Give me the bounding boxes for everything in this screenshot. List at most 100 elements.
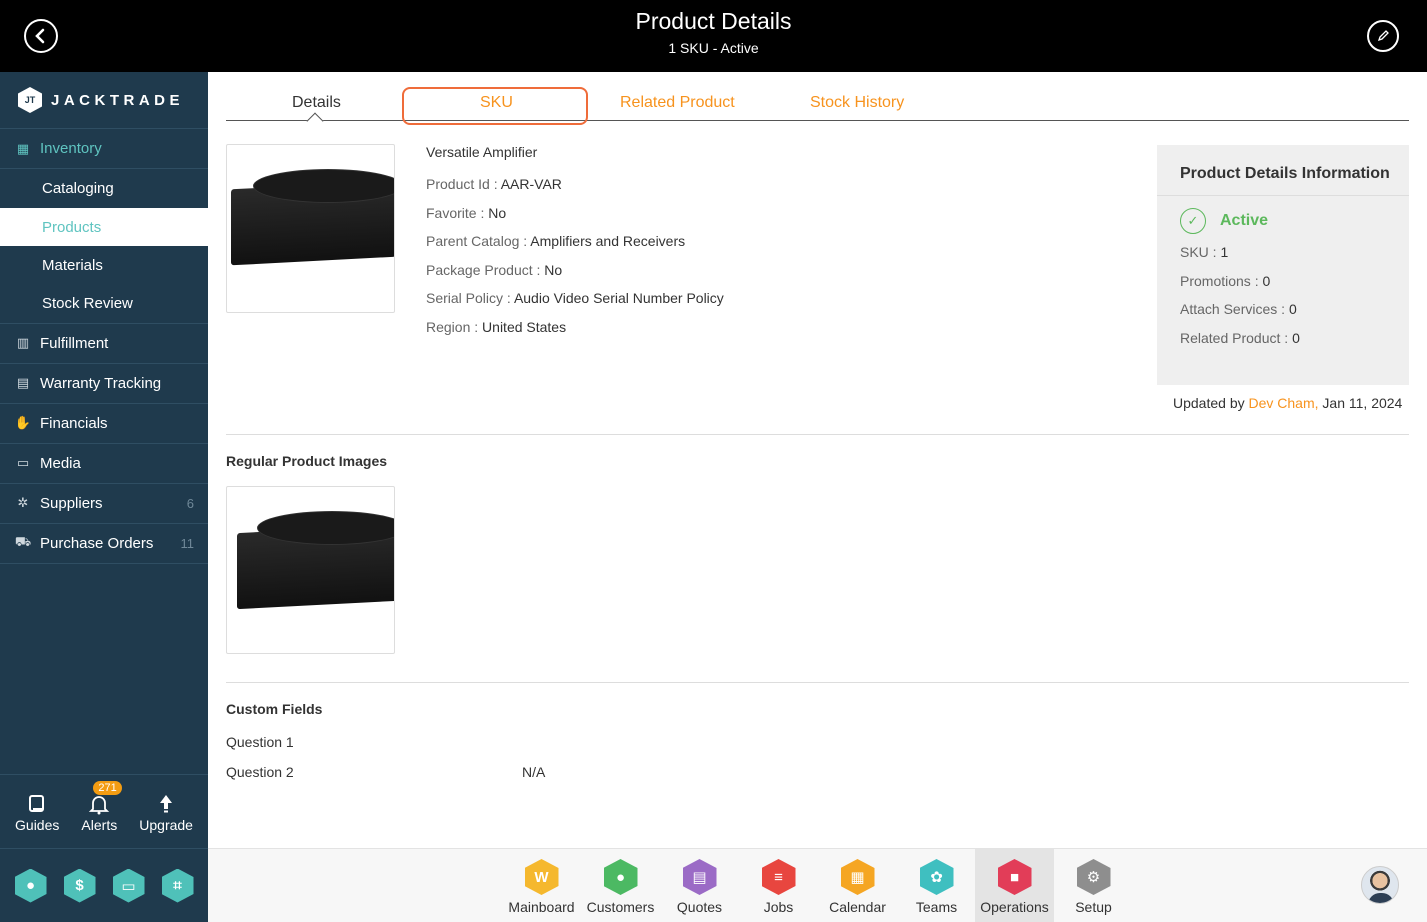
updated-by-user-link[interactable]: Dev Cham, (1249, 395, 1319, 411)
alerts-button[interactable]: 271 Alerts (81, 780, 122, 833)
row-label: Promotions : (1180, 272, 1263, 289)
panel-row-related-product: Related Product : 0 (1157, 330, 1409, 359)
tab-stock-history[interactable]: Stock History (810, 94, 904, 112)
edit-button[interactable] (1367, 20, 1399, 52)
field-label: Parent Catalog : (426, 233, 531, 250)
sidebar: JT JACKTRADE ▦ Inventory Cataloging Prod… (0, 72, 208, 922)
utility-row: Guides 271 Alerts Upgrade (0, 774, 208, 848)
field-value: AAR-VAR (500, 176, 562, 192)
row-value: 0 (1288, 301, 1297, 318)
setup-icon: ⚙ (1076, 859, 1111, 895)
app-bar: W Mainboard ● Customers ▤ Quotes ≡ Jobs … (208, 848, 1427, 922)
tab-bar: Details SKU Related Product Stock Histor… (226, 72, 1409, 130)
sidebar-item-media[interactable]: ▭ Media (0, 444, 208, 484)
app-setup[interactable]: ⚙ Setup (1054, 849, 1133, 922)
tab-details[interactable]: Details (292, 94, 341, 112)
field-label: Favorite : (426, 204, 489, 221)
field-value: No (488, 204, 507, 221)
app-label: Setup (1075, 899, 1112, 915)
sidebar-item-label: Media (40, 454, 81, 472)
sidebar-subitem-stock-review[interactable]: Stock Review (0, 285, 208, 324)
sidebar-item-label: Purchase Orders (40, 534, 154, 552)
teams-icon: ✿ (919, 859, 954, 895)
sidebar-item-financials[interactable]: ✋ Financials (0, 404, 208, 444)
brand-logo[interactable]: JT JACKTRADE (0, 72, 208, 129)
amplifier-top (257, 511, 394, 545)
custom-field-question-2: Question 2 N/A (226, 764, 626, 780)
sidebar-item-label: Warranty Tracking (40, 374, 162, 392)
app-customers[interactable]: ● Customers (581, 849, 660, 922)
fulfillment-icon: ▥ (16, 335, 30, 351)
custom-field-label: Question 2 (226, 764, 294, 780)
field-value: Amplifiers and Receivers (530, 233, 686, 250)
alerts-badge: 271 (93, 780, 122, 795)
product-image[interactable] (226, 144, 395, 313)
sidebar-item-warranty-tracking[interactable]: ▤ Warranty Tracking (0, 364, 208, 404)
field-package-product: Package Product : No (426, 262, 724, 291)
custom-field-label: Question 1 (226, 734, 294, 750)
inventory-icon: ▦ (16, 140, 30, 156)
active-tab-indicator (306, 112, 324, 130)
divider (226, 434, 1409, 435)
app-mainboard[interactable]: W Mainboard (502, 849, 581, 922)
status-badge: ✓ Active (1157, 196, 1409, 234)
app-label: Teams (915, 899, 958, 915)
custom-fields-heading: Custom Fields (226, 701, 323, 717)
sku-tab-highlight (402, 87, 588, 125)
calendar-icon: ▦ (840, 859, 875, 895)
app-jobs[interactable]: ≡ Jobs (739, 849, 818, 922)
field-label: Package Product : (426, 261, 545, 278)
brand-name: JACKTRADE (51, 91, 185, 109)
sidebar-subitem-products[interactable]: Products (0, 207, 208, 247)
logo-mark-icon: JT (18, 87, 42, 113)
dollar-icon[interactable]: $ (63, 868, 96, 903)
avatar[interactable] (1361, 866, 1399, 904)
financials-icon: ✋ (14, 415, 32, 431)
scan-icon[interactable]: ⌗ (161, 868, 194, 903)
jobs-icon: ≡ (761, 859, 796, 895)
field-value: United States (482, 318, 567, 335)
app-label: Quotes (676, 899, 723, 915)
alerts-label: Alerts (81, 816, 118, 833)
updated-date: Jan 11, 2024 (1318, 395, 1403, 411)
divider (226, 682, 1409, 683)
top-bar: Product Details 1 SKU - Active (0, 0, 1427, 72)
app-label: Mainboard (508, 899, 575, 915)
sidebar-subitem-cataloging[interactable]: Cataloging (0, 169, 208, 208)
app-calendar[interactable]: ▦ Calendar (818, 849, 897, 922)
ticket-icon[interactable]: ▭ (112, 868, 145, 903)
guides-button[interactable]: Guides (15, 791, 59, 833)
app-label: Customers (586, 899, 655, 915)
sidebar-subitem-materials[interactable]: Materials (0, 246, 208, 285)
sidebar-item-purchase-orders[interactable]: ⛟ Purchase Orders 11 (0, 524, 208, 564)
field-favorite: Favorite : No (426, 205, 724, 234)
main-content: Details SKU Related Product Stock Histor… (208, 72, 1427, 848)
field-label: Region : (426, 318, 483, 335)
check-circle-icon: ✓ (1180, 208, 1206, 234)
product-name: Versatile Amplifier (426, 144, 538, 160)
field-value: No (544, 261, 563, 278)
tab-related-product[interactable]: Related Product (620, 94, 735, 112)
quick-actions-row: ● $ ▭ ⌗ (0, 848, 208, 922)
updated-by: Updated by Dev Cham, Jan 11, 2024 (1173, 395, 1402, 411)
upgrade-button[interactable]: Upgrade (139, 791, 193, 833)
app-operations[interactable]: ■ Operations (975, 849, 1054, 922)
row-label: Related Product : (1180, 329, 1293, 346)
app-quotes[interactable]: ▤ Quotes (660, 849, 739, 922)
pencil-icon (1377, 30, 1389, 42)
sidebar-item-label: Inventory (40, 140, 102, 157)
sidebar-item-label: Financials (40, 414, 108, 432)
upgrade-label: Upgrade (139, 816, 193, 833)
field-region: Region : United States (426, 319, 724, 348)
panel-title: Product Details Information (1157, 145, 1409, 196)
row-value: 0 (1292, 329, 1300, 346)
sidebar-item-inventory[interactable]: ▦ Inventory (0, 129, 208, 169)
row-label: Attach Services : (1180, 301, 1289, 318)
field-parent-catalog: Parent Catalog : Amplifiers and Receiver… (426, 233, 724, 262)
panel-row-attach-services: Attach Services : 0 (1157, 301, 1409, 330)
app-teams[interactable]: ✿ Teams (897, 849, 976, 922)
sidebar-item-suppliers[interactable]: ✲ Suppliers 6 (0, 484, 208, 524)
regular-product-image[interactable] (226, 486, 395, 654)
sidebar-item-fulfillment[interactable]: ▥ Fulfillment (0, 324, 208, 364)
user-icon[interactable]: ● (14, 868, 47, 903)
